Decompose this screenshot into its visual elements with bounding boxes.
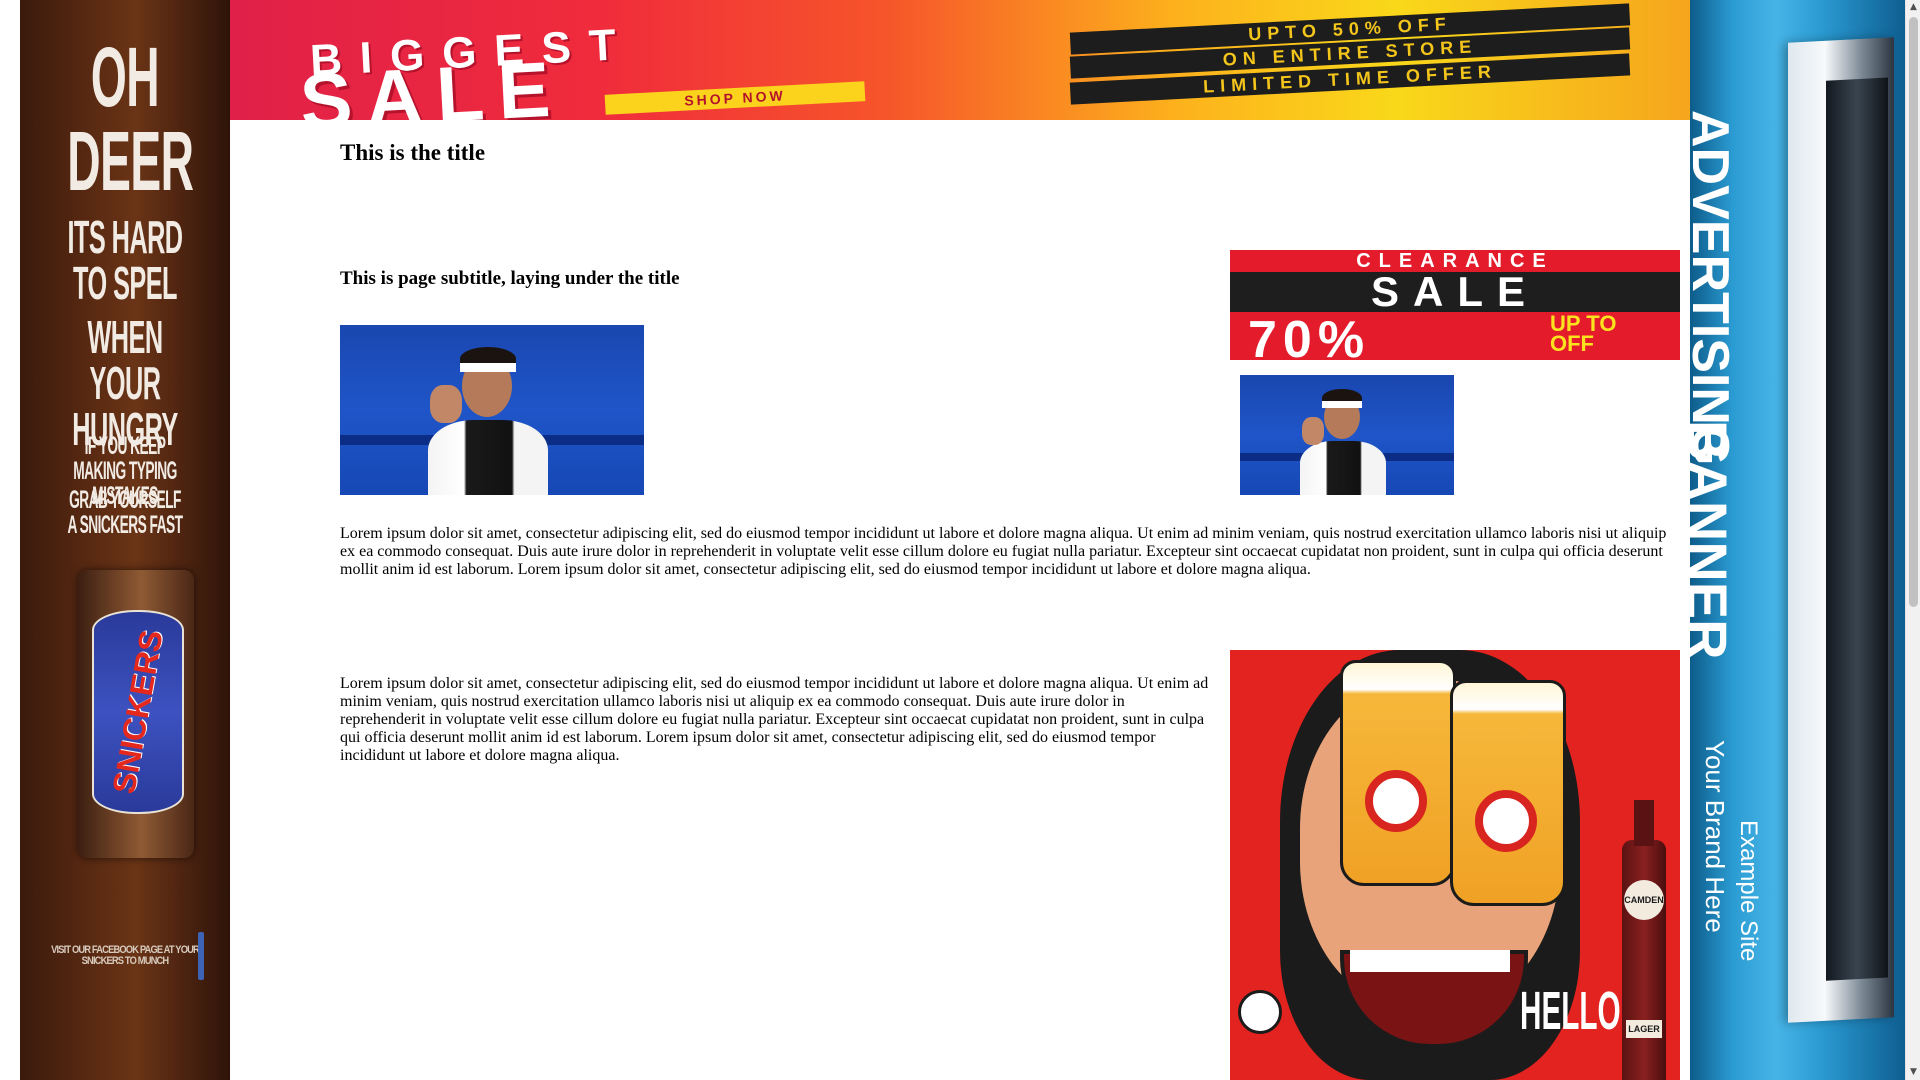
eye-icon: [1475, 790, 1537, 852]
off-text: OFF: [1550, 331, 1594, 356]
beer-ad[interactable]: HELLO CAMDEN LAGER: [1230, 650, 1680, 1080]
main-content: This is the title This is page subtitle,…: [340, 120, 1680, 1080]
scroll-down-arrow-icon[interactable]: ▼: [1906, 1065, 1920, 1080]
ad-footer-text: VISIT OUR FACEBOOK PAGE AT YOUR SNICKERS…: [51, 944, 200, 967]
page-title: This is the title: [340, 140, 486, 165]
ad-text: GRAB YOURSELF A SNICKERS FAST: [67, 486, 183, 539]
discount-percent: 70%: [1248, 311, 1371, 360]
upto-label: UP TO OFF: [1550, 313, 1616, 356]
ad-text: ADVERTISING: [1690, 110, 1739, 466]
ad-text: ITS HARD TO SPEL: [67, 211, 183, 309]
facebook-icon: [198, 932, 204, 980]
body-paragraph: Lorem ipsum dolor sit amet, consectetur …: [340, 675, 1209, 764]
banner-headline-sale: SALE: [297, 44, 567, 120]
ad-text: Your Brand Here: [1700, 740, 1730, 933]
snickers-wrapper: SNICKERS: [92, 610, 184, 814]
shop-now-button[interactable]: SHOP NOW: [604, 81, 866, 115]
ad-text: Example Site: [1735, 820, 1762, 962]
top-banner-ad[interactable]: BIGGEST SALE SHOP NOW UPTO 50% OFF ON EN…: [230, 0, 1690, 120]
device-panel-image: [1788, 37, 1894, 1023]
device-screen: [1826, 77, 1888, 981]
beer-bottle: CAMDEN LAGER: [1622, 800, 1666, 1080]
tennis-player-photo: [340, 325, 644, 495]
sale-label: SALE: [1230, 271, 1680, 313]
vertical-scrollbar[interactable]: ▲ ▼: [1905, 0, 1920, 1080]
right-skyscraper-ad[interactable]: ADVERTISING BANNER Your Brand Here Examp…: [1690, 0, 1905, 1080]
eye-icon: [1365, 770, 1427, 832]
bottle-sub-label: LAGER: [1626, 1020, 1662, 1038]
bottle-label: CAMDEN: [1624, 880, 1664, 920]
body-paragraph: Lorem ipsum dolor sit amet, consectetur …: [340, 525, 1667, 578]
scroll-up-arrow-icon[interactable]: ▲: [1906, 0, 1920, 15]
brand-logo: SNICKERS: [105, 627, 170, 797]
ad-text: OH DEER: [67, 30, 194, 208]
left-skyscraper-ad[interactable]: OH DEER ITS HARD TO SPEL WHEN YOUR HUNGR…: [20, 0, 230, 1080]
teeth: [1350, 950, 1510, 972]
page-subtitle: This is page subtitle, laying under the …: [340, 268, 680, 289]
clearance-sale-ad[interactable]: CLEARANCE SALE 70% UP TO OFF: [1230, 250, 1680, 360]
snickers-bar-image: SNICKERS: [78, 570, 194, 858]
brand-badge-icon: [1238, 990, 1282, 1034]
scrollbar-thumb[interactable]: [1909, 17, 1918, 607]
ad-text: BANNER: [1690, 420, 1739, 660]
beer-ad-headline: HELLO: [1520, 981, 1621, 1041]
tennis-player-photo-small: [1240, 375, 1454, 495]
bottle-neck: [1634, 800, 1654, 846]
